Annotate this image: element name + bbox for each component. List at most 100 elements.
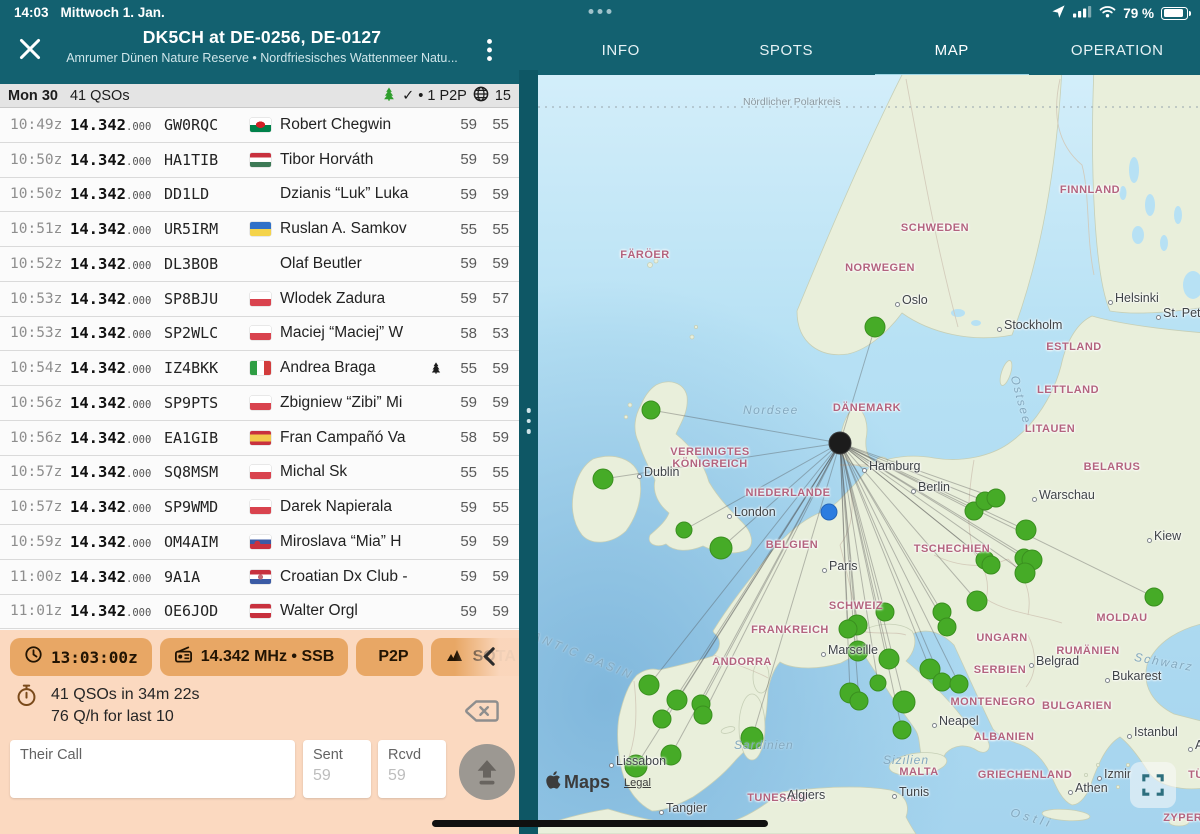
legal-link[interactable]: Legal: [624, 777, 651, 789]
qso-contact-dot[interactable]: [642, 401, 660, 419]
log-row[interactable]: 10:51z14.342.000UR5IRMRuslan A. Samkov55…: [0, 212, 519, 247]
chip-label: 13:03:00z: [51, 648, 138, 667]
qso-contact-dot[interactable]: [865, 317, 885, 337]
rcvd-value: 59: [388, 767, 436, 785]
app-root: 14:03 Mittwoch 1. Jan. 79 % DK5CH at DE-…: [0, 0, 1200, 834]
qso-contact-dot[interactable]: [1145, 588, 1163, 606]
tree-icon: [382, 87, 396, 105]
fullscreen-button[interactable]: [1130, 762, 1176, 808]
qso-contact-dot[interactable]: [950, 675, 968, 693]
divider-grip[interactable]: [526, 408, 531, 434]
qso-contact-dot[interactable]: [667, 690, 687, 710]
qso-contact-dot[interactable]: [938, 618, 956, 636]
log-row[interactable]: 10:56z14.342.000SP9PTSZbigniew “Zibi” Mi…: [0, 386, 519, 421]
log-row[interactable]: 10:53z14.342.000SP8BJUWlodek Zadura5957: [0, 282, 519, 317]
entry-panel: 13:03:00z 14.342 MHz • SSBP2PSOTA 41 QSOs…: [0, 630, 519, 834]
qso-contact-dot[interactable]: [639, 675, 659, 695]
qso-contact-dot[interactable]: [933, 673, 951, 691]
log-row[interactable]: 10:54z14.342.000IZ4BKKAndrea Braga5559: [0, 351, 519, 386]
qso-frequency: 14.342.000: [70, 255, 164, 273]
qso-contact-dot[interactable]: [850, 692, 868, 710]
rst-sent: 55: [445, 464, 477, 481]
country-flag-icon: [250, 396, 280, 410]
qso-contact-dot[interactable]: [987, 489, 1005, 507]
qso-time: 10:49z: [10, 117, 70, 133]
p2p-chip[interactable]: P2P: [356, 638, 422, 676]
qso-contact-dot[interactable]: [661, 745, 681, 765]
log-row[interactable]: 10:53z14.342.000SP2WLCMaciej “Maciej” W5…: [0, 317, 519, 352]
rst-rcvd: 55: [477, 116, 509, 133]
qso-contact-dot[interactable]: [848, 641, 868, 661]
qso-time: 10:50z: [10, 152, 70, 168]
app-header: DK5CH at DE-0256, DE-0127 Amrumer Dünen …: [0, 26, 1200, 75]
log-day-header[interactable]: Mon 30 41 QSOs ✓ • 1 P2P 15: [0, 84, 519, 108]
qso-contact-dot[interactable]: [710, 537, 732, 559]
backspace-button[interactable]: [464, 698, 500, 727]
qso-contact-dot[interactable]: [870, 675, 886, 691]
country-flag-icon: [250, 604, 280, 618]
qso-contact-dot[interactable]: [839, 620, 857, 638]
qso-contact-dot[interactable]: [967, 591, 987, 611]
qso-contact-dot[interactable]: [593, 469, 613, 489]
qso-rate-line2: 76 Q/h for last 10: [51, 706, 200, 728]
qso-time: 10:57z: [10, 464, 70, 480]
qso-callsign: GW0RQC: [164, 116, 250, 134]
qso-contact-dot[interactable]: [741, 727, 763, 749]
qso-contact-dot[interactable]: [893, 691, 915, 713]
qso-time: 10:57z: [10, 499, 70, 515]
qso-contact-dot[interactable]: [876, 603, 894, 621]
tab-map[interactable]: MAP: [869, 26, 1035, 75]
rcvd-label: Rcvd: [388, 747, 436, 763]
country-flag-icon: [250, 292, 280, 306]
country-flag-icon: [250, 500, 280, 514]
qso-contact-dot[interactable]: [694, 706, 712, 724]
qso-contact-dot[interactable]: [879, 649, 899, 669]
qso-contact-dot[interactable]: [1015, 563, 1035, 583]
country-flag-icon: [250, 570, 280, 584]
log-row[interactable]: 10:50z14.342.000HA1TIBTibor Horváth5959: [0, 143, 519, 178]
log-row[interactable]: 10:49z14.342.000GW0RQCRobert Chegwin5955: [0, 108, 519, 143]
tab-info[interactable]: INFO: [538, 26, 704, 75]
sota-chip[interactable]: SOTA: [431, 638, 519, 676]
spotter-dot[interactable]: [821, 504, 837, 520]
log-row[interactable]: 11:01z14.342.000OE6JODWalter Orgl5959: [0, 595, 519, 630]
menu-kebab-button[interactable]: [481, 39, 497, 61]
qso-contact-dot[interactable]: [982, 556, 1000, 574]
chevron-left-icon[interactable]: [483, 647, 495, 671]
qso-contact-dot[interactable]: [653, 710, 671, 728]
wifi-icon: [1099, 5, 1116, 21]
tab-spots[interactable]: SPOTS: [704, 26, 870, 75]
log-row[interactable]: 10:57z14.342.000SP9WMDDarek Napierala595…: [0, 490, 519, 525]
battery-icon: [1161, 7, 1188, 20]
log-row[interactable]: 10:59z14.342.000OM4AIMMiroslava “Mia” H5…: [0, 525, 519, 560]
tab-operation[interactable]: OPERATION: [1035, 26, 1200, 75]
log-row[interactable]: 10:56z14.342.000EA1GIBFran Campañó Va585…: [0, 421, 519, 456]
home-station-dot[interactable]: [829, 432, 851, 454]
freq-mode-chip[interactable]: 14.342 MHz • SSB: [160, 638, 349, 676]
time-chip[interactable]: 13:03:00z: [10, 638, 152, 676]
qso-contact-dot[interactable]: [893, 721, 911, 739]
qso-name: Walter Orgl: [280, 602, 427, 620]
log-row[interactable]: 11:00z14.342.0009A1ACroatian Dx Club -59…: [0, 560, 519, 595]
their-call-field[interactable]: Their Call: [10, 740, 295, 798]
rst-rcvd-field[interactable]: Rcvd 59: [378, 740, 446, 798]
qso-contact-dot[interactable]: [676, 522, 692, 538]
map[interactable]: FINNLANDSCHWEDENNORWEGENFÄRÖERESTLANDLET…: [538, 75, 1200, 834]
qso-name: Tibor Horváth: [280, 151, 427, 169]
qso-frequency: 14.342.000: [70, 359, 164, 377]
rst-sent-field[interactable]: Sent 59: [303, 740, 371, 798]
qso-callsign: HA1TIB: [164, 151, 250, 169]
panel-divider[interactable]: [519, 70, 538, 834]
qso-frequency: 14.342.000: [70, 185, 164, 203]
upload-button[interactable]: [459, 744, 515, 800]
qso-contact-dot[interactable]: [1016, 520, 1036, 540]
log-row[interactable]: 10:50z14.342.000DD1LDDzianis “Luk” Luka5…: [0, 178, 519, 213]
log-rows: 10:49z14.342.000GW0RQCRobert Chegwin5955…: [0, 108, 519, 629]
qso-name: Dzianis “Luk” Luka: [280, 185, 427, 203]
rate-stats: 41 QSOs in 34m 22s 76 Q/h for last 10: [16, 684, 200, 728]
log-row[interactable]: 10:52z14.342.000DL3BOBOlaf Beutler5959: [0, 247, 519, 282]
log-row[interactable]: 10:57z14.342.000SQ8MSMMichal Sk5555: [0, 456, 519, 491]
rst-sent: 59: [445, 151, 477, 168]
home-indicator[interactable]: [432, 820, 768, 827]
qso-name: Fran Campañó Va: [280, 429, 427, 447]
